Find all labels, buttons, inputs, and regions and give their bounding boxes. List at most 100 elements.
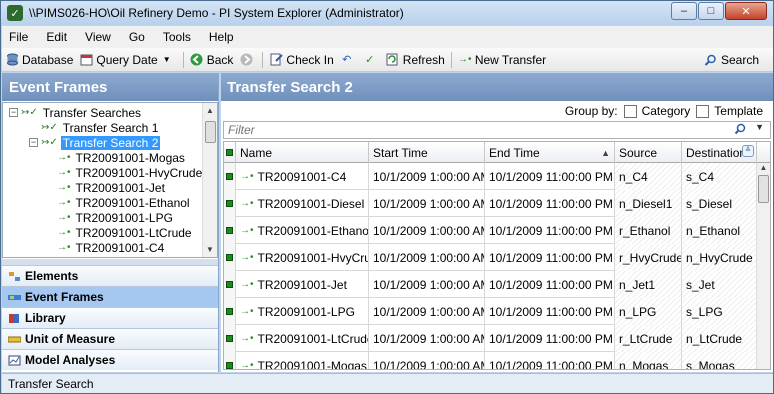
tree-node-transfer[interactable]: →• TR20091001-HvyCrude (57, 165, 204, 180)
grid-scrollbar[interactable]: ▲ (756, 163, 770, 369)
minimize-button[interactable]: – (671, 2, 697, 20)
nav-event-frames[interactable]: Event Frames (2, 286, 218, 307)
collapse-icon[interactable]: − (29, 138, 38, 147)
undo-button[interactable]: ↶ (337, 50, 360, 70)
end-time-cell: 10/1/2009 11:00:00 PM (485, 352, 615, 369)
menu-help[interactable]: Help (200, 30, 243, 44)
select-all-header[interactable] (224, 142, 236, 163)
column-header-name[interactable]: Name (236, 142, 369, 163)
table-row[interactable]: →• TR20091001-LtCrude 10/1/2009 1:00:00 AM… (224, 325, 757, 352)
source-cell: n_Diesel1 (615, 190, 682, 217)
category-checkbox[interactable] (623, 104, 637, 118)
close-button[interactable]: ✕ (725, 2, 767, 20)
new-transfer-button[interactable]: →• New Transfer (455, 50, 549, 70)
table-row[interactable]: →• TR20091001-Ethanol 10/1/2009 1:00:00 AM… (224, 217, 757, 244)
tree-node-transfer[interactable]: →• TR20091001-C4 (57, 240, 166, 255)
source-cell: r_Ethanol (615, 217, 682, 244)
table-row[interactable]: →• TR20091001-Diesel 10/1/2009 1:00:00 AM 1… (224, 190, 757, 217)
row-marker-icon (226, 173, 233, 180)
row-select[interactable] (224, 271, 236, 298)
menu-edit[interactable]: Edit (37, 30, 76, 44)
nav-unit-of-measure[interactable]: Unit of Measure (2, 328, 218, 349)
scroll-up-icon[interactable]: ▲ (203, 103, 217, 118)
row-select[interactable] (224, 325, 236, 352)
table-row[interactable]: →•TR20091001-HvyCrude10/1/2009 1:00:00 A… (224, 244, 757, 271)
transfer-icon: →• (57, 227, 71, 238)
nav-label: Event Frames (25, 290, 104, 304)
database-button[interactable]: Database (2, 50, 76, 70)
toolbar-separator (262, 51, 264, 68)
column-header-destination[interactable]: Destination ≚ (682, 142, 757, 163)
search-button[interactable]: Search (704, 50, 759, 70)
refresh-button[interactable]: Refresh (383, 50, 448, 70)
apply-button[interactable]: ✓ (360, 50, 383, 70)
table-row[interactable]: →• TR20091001-Mogas 10/1/2009 1:00:00 AM 10… (224, 352, 757, 370)
row-select[interactable] (224, 298, 236, 325)
tree-node-transfer-search-2[interactable]: − ↣✓ Transfer Search 2 (29, 135, 161, 150)
query-date-button[interactable]: Query Date ▼ (76, 50, 179, 70)
end-time-cell: 10/1/2009 11:00:00 PM (485, 190, 615, 217)
maximize-button[interactable]: □ (698, 2, 724, 20)
forward-button[interactable] (236, 50, 259, 70)
column-chooser-icon[interactable]: ≚ (742, 145, 754, 157)
new-transfer-icon: →• (458, 54, 472, 65)
search-icon: ↣✓ (41, 137, 58, 148)
nav-elements[interactable]: Elements (2, 265, 218, 286)
tree-node-transfer-searches[interactable]: − ↣✓ Transfer Searches (9, 105, 143, 120)
navigation-pane: Event Frames − ↣✓ Transfer Searches ↣✓ T… (2, 73, 219, 372)
filter-input[interactable] (228, 123, 708, 137)
row-marker-icon (226, 308, 233, 315)
check-in-icon (269, 53, 283, 67)
nav-label: Library (25, 311, 66, 325)
menu-file[interactable]: File (2, 30, 37, 44)
column-header-end-time[interactable]: End Time ▲ (485, 142, 615, 163)
back-button[interactable]: Back (187, 50, 237, 70)
table-row[interactable]: →• TR20091001-LPG 10/1/2009 1:00:00 AM 10/1… (224, 298, 757, 325)
row-marker-icon (226, 149, 233, 156)
source-cell: n_Mogas (615, 352, 682, 369)
tree-node-label: TR20091001-C4 (75, 240, 165, 255)
menu-go[interactable]: Go (120, 30, 154, 44)
app-window: ✓ \\PIMS026-HO\Oil Refinery Demo - PI Sy… (0, 0, 774, 394)
tree-node-label: TR20091001-HvyCrude (75, 165, 203, 180)
scroll-thumb[interactable] (205, 121, 216, 143)
filter-dropdown-icon[interactable]: ▼ (755, 122, 764, 132)
row-marker-icon (226, 281, 233, 288)
transfer-icon: →• (240, 360, 254, 370)
left-pane-title: Event Frames (2, 73, 218, 101)
app-icon: ✓ (7, 5, 23, 21)
scroll-thumb[interactable] (758, 175, 769, 203)
search-icon[interactable] (734, 123, 746, 138)
nav-library[interactable]: Library (2, 307, 218, 328)
menu-tools[interactable]: Tools (154, 30, 200, 44)
template-checkbox[interactable] (696, 104, 710, 118)
row-select[interactable] (224, 352, 236, 369)
collapse-icon[interactable]: − (9, 108, 18, 117)
content-pane: Transfer Search 2 Group by: Category Tem… (221, 73, 773, 372)
row-select[interactable] (224, 244, 236, 271)
nav-model-analyses[interactable]: Model Analyses (2, 349, 218, 370)
scroll-up-icon[interactable]: ▲ (757, 163, 770, 173)
scroll-down-icon[interactable]: ▼ (203, 242, 217, 257)
filter-bar: ▼ (223, 121, 771, 139)
row-select[interactable] (224, 163, 236, 190)
check-in-button[interactable]: Check In (266, 50, 336, 70)
column-header-start-time[interactable]: Start Time (369, 142, 485, 163)
table-row[interactable]: →• TR20091001-Jet 10/1/2009 1:00:00 AM 10/1… (224, 271, 757, 298)
row-select[interactable] (224, 190, 236, 217)
tree-scrollbar[interactable]: ▲ ▼ (202, 103, 217, 257)
destination-cell: s_Mogas (682, 352, 757, 369)
menu-view[interactable]: View (76, 30, 120, 44)
tree-node-transfer[interactable]: →• TR20091001-LtCrude (57, 225, 194, 240)
tree-node-transfer[interactable]: →• TR20091001-Ethanol (57, 195, 192, 210)
column-header-source[interactable]: Source (615, 142, 682, 163)
tree-node-transfer[interactable]: →• TR20091001-Jet (57, 180, 167, 195)
tree-node-transfer[interactable]: →• TR20091001-LPG (57, 210, 175, 225)
tree-node-transfer-search-1[interactable]: ↣✓ Transfer Search 1 (41, 120, 160, 135)
row-select[interactable] (224, 217, 236, 244)
new-transfer-label: New Transfer (474, 52, 547, 67)
table-row[interactable]: →• TR20091001-C4 10/1/2009 1:00:00 AM 10/1/… (224, 163, 757, 190)
destination-cell: s_C4 (682, 163, 757, 190)
tree-node-transfer[interactable]: →• TR20091001-Mogas (57, 150, 187, 165)
title-bar[interactable]: ✓ \\PIMS026-HO\Oil Refinery Demo - PI Sy… (1, 1, 773, 25)
